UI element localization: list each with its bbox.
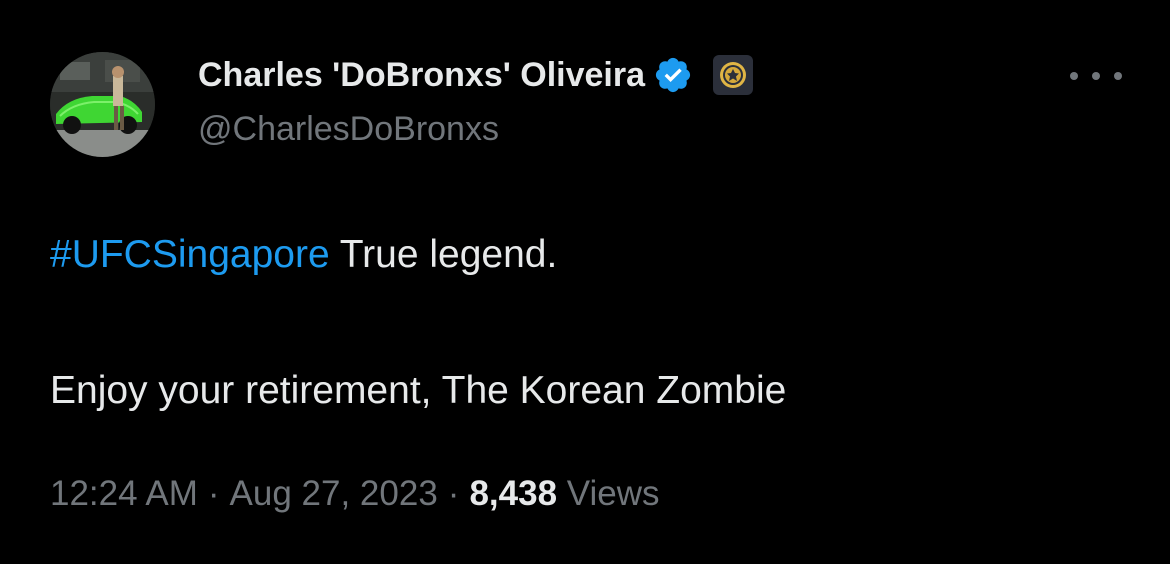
tweet-line-1: #UFCSingapore True legend. bbox=[50, 226, 1130, 284]
views-count[interactable]: 8,438 bbox=[469, 474, 557, 513]
avatar[interactable] bbox=[50, 52, 155, 157]
meta-separator: · bbox=[447, 474, 460, 513]
more-dot bbox=[1092, 72, 1100, 80]
tweet-text: #UFCSingapore True legend. Enjoy your re… bbox=[50, 226, 1130, 420]
tweet-meta: 12:24 AM · Aug 27, 2023 · 8,438 Views bbox=[50, 474, 660, 514]
tweet-date[interactable]: Aug 27, 2023 bbox=[230, 474, 438, 513]
hashtag-link[interactable]: #UFCSingapore bbox=[50, 233, 330, 276]
more-dot bbox=[1070, 72, 1078, 80]
tweet-time[interactable]: 12:24 AM bbox=[50, 474, 198, 513]
tweet-line-1-text: True legend. bbox=[329, 233, 558, 276]
author-display-name[interactable]: Charles 'DoBronxs' Oliveira bbox=[198, 56, 645, 95]
avatar-photo bbox=[50, 52, 155, 157]
author-name-row: Charles 'DoBronxs' Oliveira bbox=[198, 52, 753, 98]
views-label[interactable]: Views bbox=[567, 474, 660, 513]
verified-badge-icon[interactable] bbox=[653, 55, 693, 95]
meta-separator: · bbox=[207, 474, 220, 513]
affiliate-badge-icon[interactable] bbox=[713, 55, 753, 95]
more-dot bbox=[1114, 72, 1122, 80]
author-handle[interactable]: @CharlesDoBronxs bbox=[198, 110, 499, 149]
tweet-line-2: Enjoy your retirement, The Korean Zombie bbox=[50, 369, 787, 412]
tweet-card: Charles 'DoBronxs' Oliveira @CharlesDoBr… bbox=[0, 0, 1170, 564]
more-options-icon[interactable] bbox=[1070, 60, 1122, 92]
